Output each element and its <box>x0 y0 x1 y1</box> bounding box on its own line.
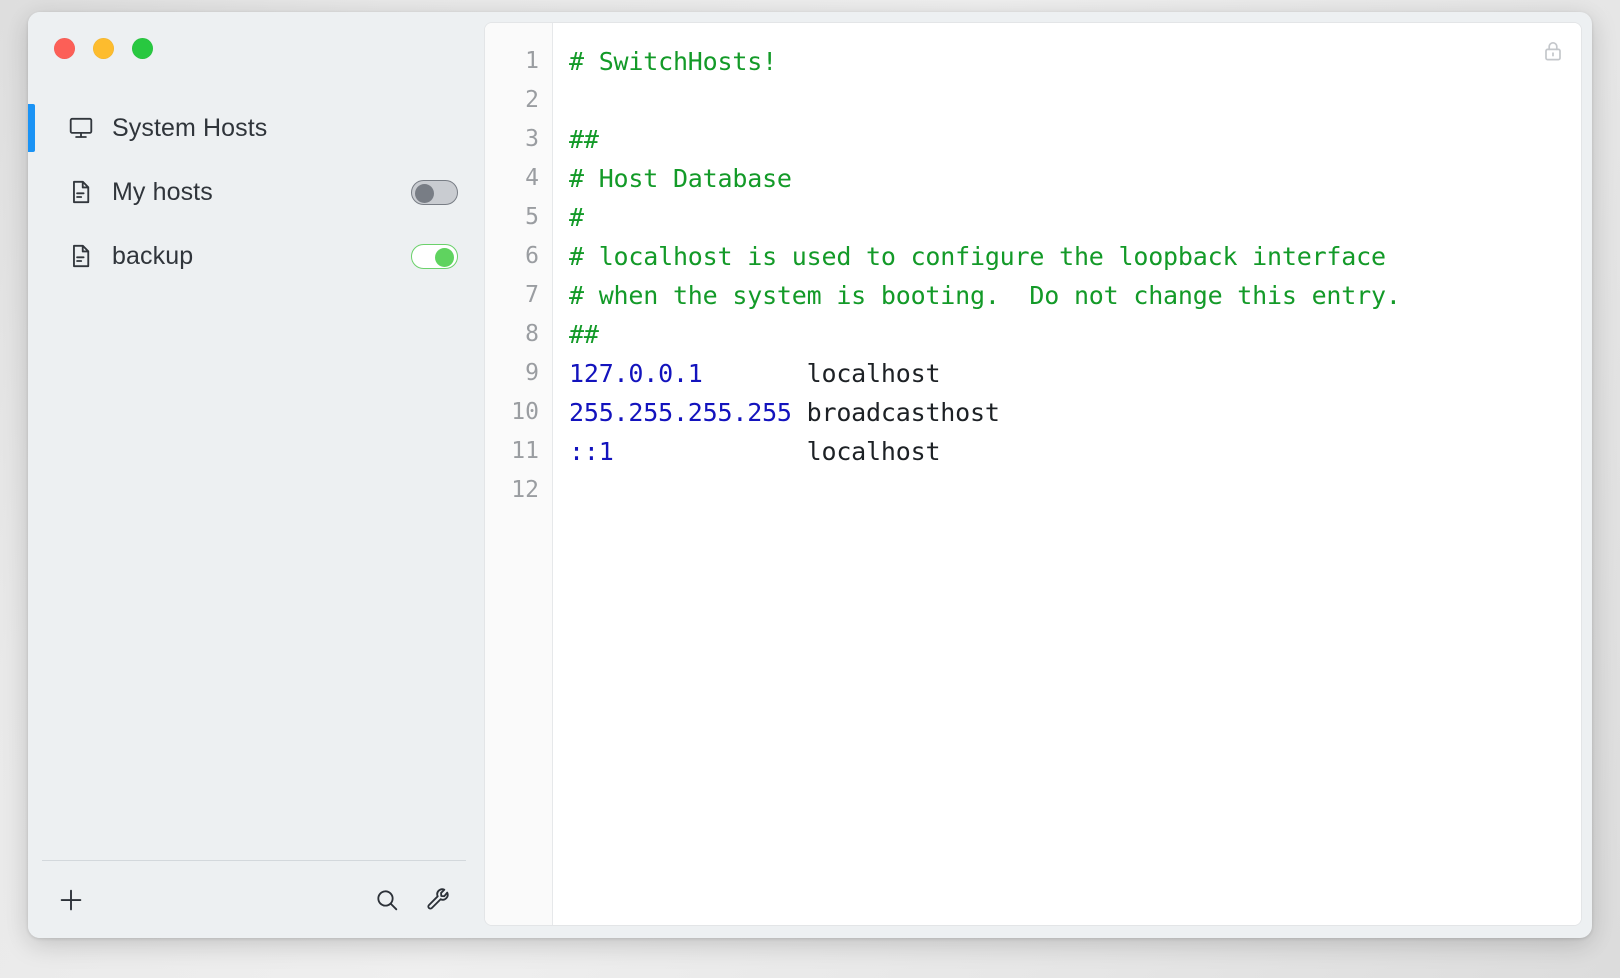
document-icon <box>68 243 94 269</box>
comment-token: # when the system is booting. Do not cha… <box>569 281 1401 310</box>
line-number: 5 <box>525 204 539 230</box>
code-line: # Host Database <box>569 159 1581 198</box>
host-profile-list: System Hosts My hosts backup <box>28 96 480 860</box>
line-number: 6 <box>525 243 539 269</box>
comment-token: # SwitchHosts! <box>569 47 777 76</box>
comment-token: # <box>569 203 584 232</box>
code-line: 127.0.0.1 localhost <box>569 354 1581 393</box>
line-number: 7 <box>525 282 539 308</box>
line-number: 8 <box>525 321 539 347</box>
document-icon <box>68 179 94 205</box>
monitor-icon <box>68 115 94 141</box>
code-line: ::1 localhost <box>569 432 1581 471</box>
ip-address-token: 255.255.255.255 <box>569 398 792 427</box>
code-line: ## <box>569 315 1581 354</box>
ip-address-token: 127.0.0.1 <box>569 359 703 388</box>
close-window-button[interactable] <box>54 38 75 59</box>
sidebar: System Hosts My hosts backup <box>28 12 480 938</box>
hostname-token: broadcasthost <box>791 398 1000 427</box>
code-line: # localhost is used to configure the loo… <box>569 237 1581 276</box>
toggle-backup[interactable] <box>411 243 458 269</box>
desktop-background: System Hosts My hosts backup 1 2 3 4 5 6… <box>0 0 1620 978</box>
line-number: 10 <box>511 399 539 425</box>
line-number: 11 <box>511 438 539 464</box>
code-line: # when the system is booting. Do not cha… <box>569 276 1581 315</box>
footer-left-group <box>56 885 86 915</box>
plus-icon[interactable] <box>56 885 86 915</box>
sidebar-item-label: backup <box>112 241 194 270</box>
comment-token: # Host Database <box>569 164 792 193</box>
code-line: 255.255.255.255 broadcasthost <box>569 393 1581 432</box>
maximize-window-button[interactable] <box>132 38 153 59</box>
code-line: # <box>569 198 1581 237</box>
toggle-knob <box>415 183 434 203</box>
comment-token: ## <box>569 320 599 349</box>
hostname-token: localhost <box>613 437 941 466</box>
line-number: 9 <box>525 360 539 386</box>
sidebar-item-system-hosts[interactable]: System Hosts <box>28 96 480 160</box>
line-number: 3 <box>525 126 539 152</box>
footer-right-group <box>374 887 452 913</box>
wrench-icon[interactable] <box>426 887 452 913</box>
comment-token: ## <box>569 125 599 154</box>
minimize-window-button[interactable] <box>93 38 114 59</box>
sidebar-footer-toolbar <box>42 860 466 938</box>
ip-address-token: ::1 <box>569 437 614 466</box>
switchhosts-window: System Hosts My hosts backup 1 2 3 4 5 6… <box>28 12 1592 938</box>
search-icon[interactable] <box>374 887 400 913</box>
toggle-knob <box>435 247 454 267</box>
code-content[interactable]: # SwitchHosts! ## # Host Database # # local… <box>553 23 1581 925</box>
line-number-gutter: 1 2 3 4 5 6 7 8 9 10 11 12 <box>485 23 553 925</box>
sidebar-item-label: System Hosts <box>112 113 268 142</box>
toggle-my-hosts[interactable] <box>411 179 458 205</box>
line-number: 1 <box>525 48 539 74</box>
hosts-file-editor[interactable]: 1 2 3 4 5 6 7 8 9 10 11 12 # SwitchHosts! ## # Host … <box>484 22 1582 926</box>
sidebar-item-label: My hosts <box>112 177 213 206</box>
line-number: 12 <box>511 477 539 503</box>
editor-area: 1 2 3 4 5 6 7 8 9 10 11 12 # SwitchHosts! ## # Host … <box>480 12 1592 938</box>
lock-closed-icon[interactable] <box>1541 39 1565 68</box>
line-number: 4 <box>525 165 539 191</box>
active-indicator-bar <box>28 104 35 152</box>
sidebar-item-backup[interactable]: backup <box>28 224 480 288</box>
hostname-token: localhost <box>702 359 941 388</box>
sidebar-item-my-hosts[interactable]: My hosts <box>28 160 480 224</box>
comment-token: # localhost is used to configure the loo… <box>569 242 1386 271</box>
window-controls <box>28 12 480 74</box>
code-line: # SwitchHosts! <box>569 42 1581 81</box>
code-line: ## <box>569 120 1581 159</box>
line-number: 2 <box>525 87 539 113</box>
